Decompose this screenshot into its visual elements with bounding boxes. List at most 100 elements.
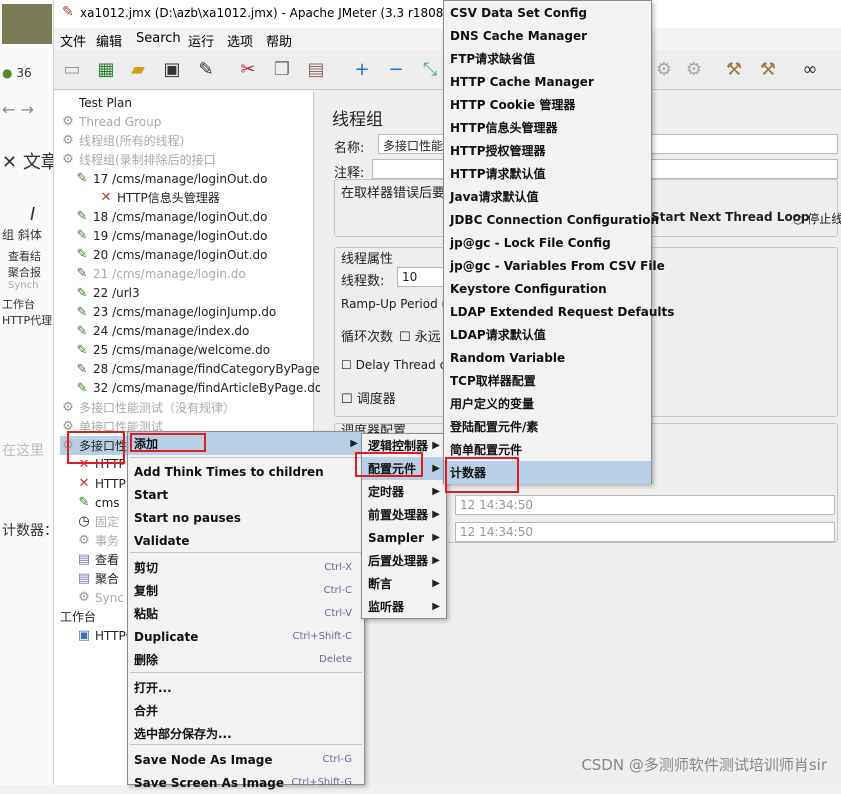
tree-node[interactable]: ▤ 聚合 [76,569,119,588]
add-submenu-item[interactable]: 定时器 ▶ [362,480,446,503]
context-menu-item[interactable]: Add Think Times to children [128,460,364,483]
delay-thread-checkbox[interactable]: ☐ Delay Thread c [341,358,446,372]
tree-node[interactable]: ✎ 25 /cms/manage/welcome.do [74,341,271,360]
tree-node[interactable]: ✎ 28 /cms/manage/findCategoryByPage. [74,360,324,379]
context-menu-item[interactable]: Duplicate Ctrl+Shift-C [128,625,364,648]
tree-node[interactable]: ⚙ Sync [76,588,124,607]
tree-node[interactable]: ✎ 18 /cms/manage/loginOut.do [74,207,268,226]
config-submenu-item[interactable]: Keystore Configuration [444,277,651,300]
config-submenu-item[interactable]: Random Variable [444,346,651,369]
tree-node[interactable]: 工作台 [60,607,96,626]
config-submenu-item[interactable]: HTTP Cache Manager [444,70,651,93]
submenu-arrow-icon: ▶ [432,440,440,451]
add-submenu-item[interactable]: 断言 ▶ [362,572,446,595]
config-submenu-item[interactable]: JDBC Connection Configuration [444,208,659,231]
new-icon[interactable]: ▭ [58,55,86,83]
menu-file[interactable]: 文件 [60,31,86,50]
tree-node[interactable]: ✎ 17 /cms/manage/loginOut.do [74,169,268,188]
tree-node[interactable]: ⚙ Thread Group [60,112,161,131]
config-submenu-item[interactable]: jp@gc - Lock File Config [444,231,651,254]
tree-node[interactable]: ▤ 查看 [76,550,119,569]
config-submenu-item[interactable]: Java请求默认值 [444,185,651,208]
tree-node[interactable]: ⚙ 线程组(录制排除后的接口 [60,150,216,169]
config-submenu-item[interactable]: jp@gc - Variables From CSV File [444,254,665,277]
context-menu-item[interactable]: Save Node As Image Ctrl-G [128,748,364,771]
config-submenu-item[interactable]: HTTP请求默认值 [444,162,651,185]
end-time-field[interactable]: 12 14:34:50 [455,522,835,542]
config-submenu-item[interactable]: FTP请求缺省值 [444,47,651,70]
expand-icon[interactable]: + [348,55,376,83]
tree-node[interactable]: ✎ 32 /cms/manage/findArticleByPage.do [74,379,323,398]
stop-thread-option[interactable]: ○ 停止线 [793,210,841,227]
menu-help[interactable]: 帮助 [266,31,292,50]
window-title: xa1012.jmx (D:\azb\xa1012.jmx) - Apache … [80,6,471,20]
tree-node-label: 24 /cms/manage/index.do [93,324,250,339]
paste-icon[interactable]: ▤ [302,55,330,83]
context-menu-item[interactable]: 删除 Delete [128,648,364,671]
context-menu-item[interactable]: Start [128,483,364,506]
menu-search[interactable]: Search [136,31,181,46]
tree-node[interactable]: ⚙ 线程组(所有的线程) [60,131,184,150]
tree-node[interactable]: ✎ 19 /cms/manage/loginOut.do [74,226,268,245]
start-time-field[interactable]: 12 14:34:50 [455,495,835,515]
menu-item-label: FTP请求缺省值 [450,52,536,66]
config-submenu-item[interactable]: 用户定义的变量 [444,392,651,415]
config-submenu-item[interactable]: LDAP Extended Request Defaults [444,300,674,323]
cut-icon[interactable]: ✂ [234,55,262,83]
tree-node[interactable]: ✎ 20 /cms/manage/loginOut.do [74,245,268,264]
menu-item-label: HTTP请求默认值 [450,167,546,181]
context-menu-item[interactable]: 选中部分保存为... [128,722,364,745]
config-submenu-item[interactable]: DNS Cache Manager [444,24,651,47]
tree-node[interactable]: Test Plan [60,93,132,112]
tree-node[interactable]: ✎ 22 /url3 [74,284,140,303]
tree-node[interactable]: ✕ HTTP [76,474,126,493]
config-submenu-item[interactable]: 登陆配置元件/素 [444,415,651,438]
config-submenu-item[interactable]: LDAP请求默认值 [444,323,651,346]
context-menu-item[interactable]: 合并 [128,699,364,722]
start-next-option[interactable]: Start Next Thread Loop [651,210,810,224]
add-submenu-item[interactable]: 后置处理器 ▶ [362,549,446,572]
toggle-icon[interactable]: ⤡ [416,55,444,83]
context-menu-item[interactable]: 复制 Ctrl-C [128,579,364,602]
search-binoculars-icon[interactable]: ∞ [796,55,824,83]
remote-icon[interactable]: ⚙ [650,55,678,83]
context-menu-item[interactable]: Save Screen As Image Ctrl+Shift-G [128,771,364,794]
tree-node[interactable]: ✕ HTTP信息头管理器 [98,188,220,207]
templates-icon[interactable]: ▦ [92,55,120,83]
tree-node[interactable]: ✎ 23 /cms/manage/loginJump.do [74,303,277,322]
config-submenu-item[interactable]: TCP取样器配置 [444,369,651,392]
tree-node[interactable]: ✎ 24 /cms/manage/index.do [74,322,250,341]
tree-node[interactable]: ✎ cms [76,493,120,512]
config-submenu-item[interactable]: HTTP Cookie 管理器 [444,93,651,116]
menu-edit[interactable]: 编辑 [96,31,122,50]
add-submenu-item[interactable]: 监听器 ▶ [362,595,446,618]
context-menu-item[interactable]: Validate [128,529,364,552]
remote-stop-icon[interactable]: ⚙ [680,55,708,83]
clear-icon[interactable]: ⚒ [720,55,748,83]
context-menu-item[interactable]: 打开... [128,676,364,699]
save-icon[interactable]: ▣ [158,55,186,83]
context-menu-item[interactable]: 剪切 Ctrl-X [128,556,364,579]
menu-options[interactable]: 选项 [227,31,253,50]
copy-icon[interactable]: ❐ [268,55,296,83]
tree-node[interactable]: ✎ 21 /cms/manage/login.do [74,264,246,283]
scheduler-checkbox[interactable]: ☐ 调度器 [341,388,396,407]
submenu-arrow-icon: ▶ [432,601,440,612]
save-as-icon[interactable]: ✎ [192,55,220,83]
menu-run[interactable]: 运行 [188,31,214,50]
tree-node[interactable]: ◷ 固定 [76,512,119,531]
tree-node[interactable]: ⚙ 多接口性能测试（没有规律） [60,398,235,417]
add-submenu-item[interactable]: Sampler ▶ [362,526,446,549]
tree-node-label: 事务 [95,534,120,549]
context-menu-item[interactable]: Start no pauses [128,506,364,529]
config-submenu-item[interactable]: HTTP信息头管理器 [444,116,651,139]
add-submenu-item[interactable]: 前置处理器 ▶ [362,503,446,526]
tree-node[interactable]: ⚙ 事务 [76,531,119,550]
config-submenu-item[interactable]: CSV Data Set Config [444,1,651,24]
context-menu-item[interactable]: 粘贴 Ctrl-V [128,602,364,625]
forever-checkbox[interactable]: ☐ 永远 [399,326,441,345]
config-submenu-item[interactable]: HTTP授权管理器 [444,139,651,162]
open-icon[interactable]: ▰ [124,55,152,83]
clear-all-icon[interactable]: ⚒ [754,55,782,83]
collapse-icon[interactable]: − [382,55,410,83]
